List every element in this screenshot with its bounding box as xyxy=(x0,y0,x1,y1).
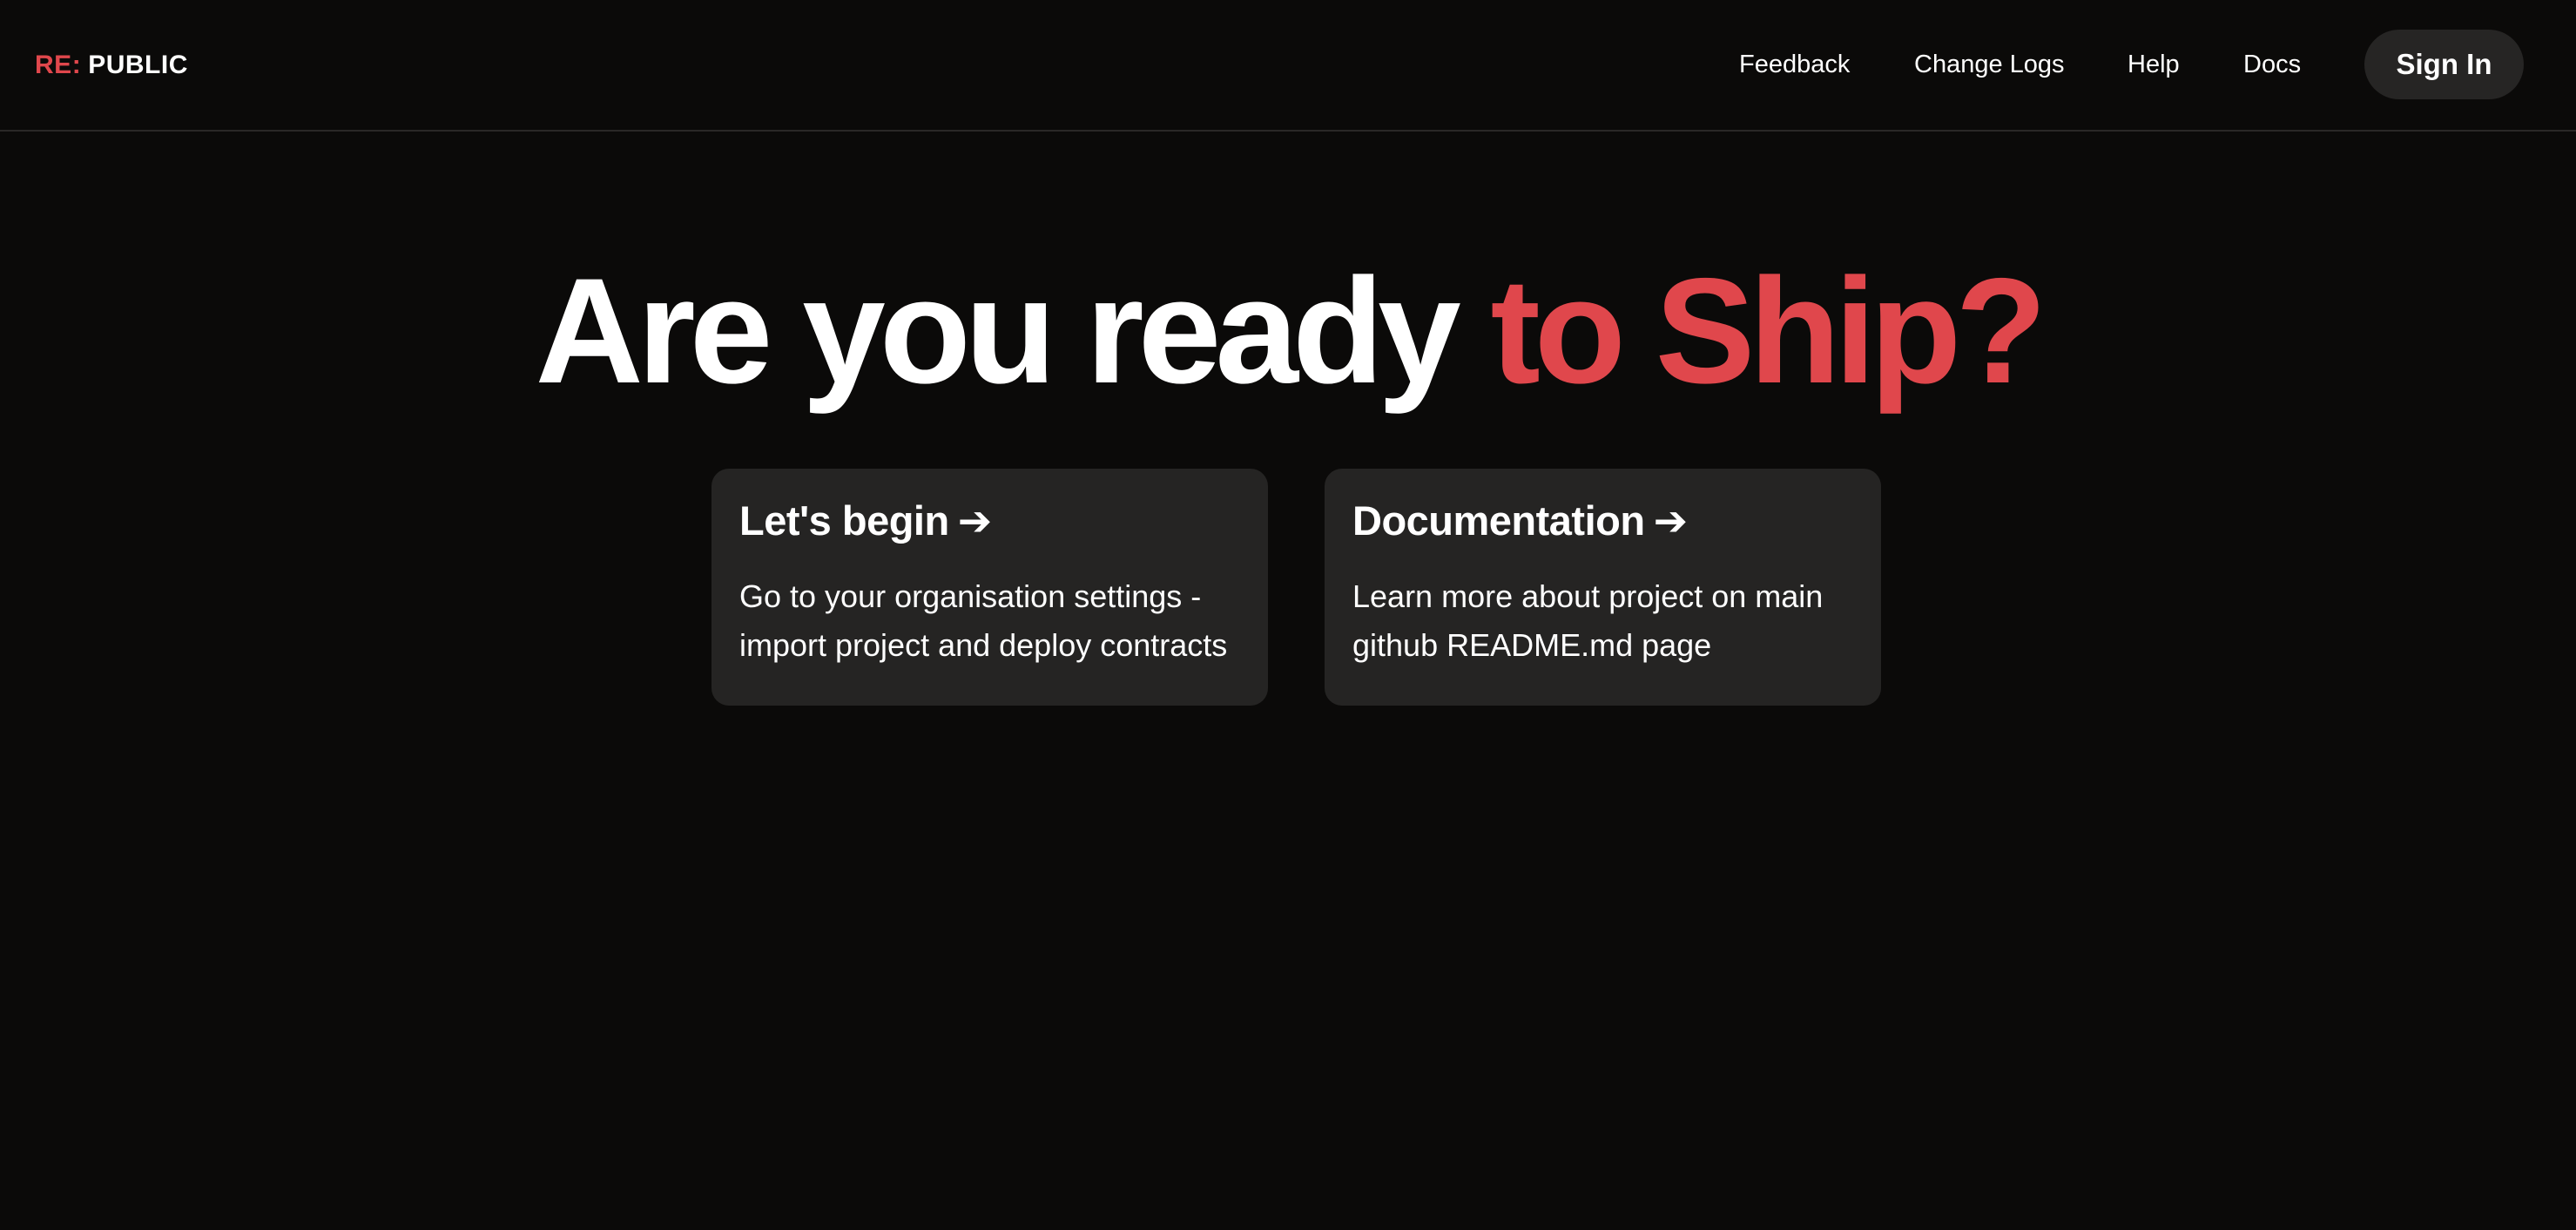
page: RE: PUBLIC Feedback Change Logs Help Docs… xyxy=(0,0,2576,1230)
hero-title: Are you ready to Ship? xyxy=(0,244,2576,418)
card-title: Documentation ➔ xyxy=(1352,497,1881,546)
nav-link-change-logs[interactable]: Change Logs xyxy=(1914,49,2065,80)
logo-prefix: RE xyxy=(35,51,72,79)
lets-begin-card[interactable]: Let's begin ➔ Go to your organisation set… xyxy=(711,469,1268,706)
card-description: Learn more about project on main github … xyxy=(1352,578,1824,663)
sign-in-button[interactable]: Sign In xyxy=(2364,30,2524,99)
logo-name: PUBLIC xyxy=(88,51,188,79)
documentation-card[interactable]: Documentation ➔ Learn more about project … xyxy=(1325,469,1881,706)
card-title-text: Documentation xyxy=(1352,497,1645,544)
arrow-right-icon: ➔ xyxy=(957,497,992,545)
logo-separator: : xyxy=(71,51,82,79)
card-title: Let's begin ➔ xyxy=(739,497,1268,546)
card-title-text: Let's begin xyxy=(739,497,949,544)
top-header: RE: PUBLIC Feedback Change Logs Help Docs… xyxy=(0,0,2576,132)
logo[interactable]: RE: PUBLIC xyxy=(35,51,188,80)
nav-link-help[interactable]: Help xyxy=(2128,49,2180,80)
hero-title-accent: to Ship? xyxy=(1490,247,2047,415)
nav-link-feedback[interactable]: Feedback xyxy=(1739,49,1850,80)
arrow-right-icon: ➔ xyxy=(1653,497,1688,545)
nav-link-docs[interactable]: Docs xyxy=(2243,49,2301,80)
card-description: Go to your organisation settings - impor… xyxy=(739,578,1228,663)
hero-title-main: Are you ready xyxy=(535,247,1461,415)
